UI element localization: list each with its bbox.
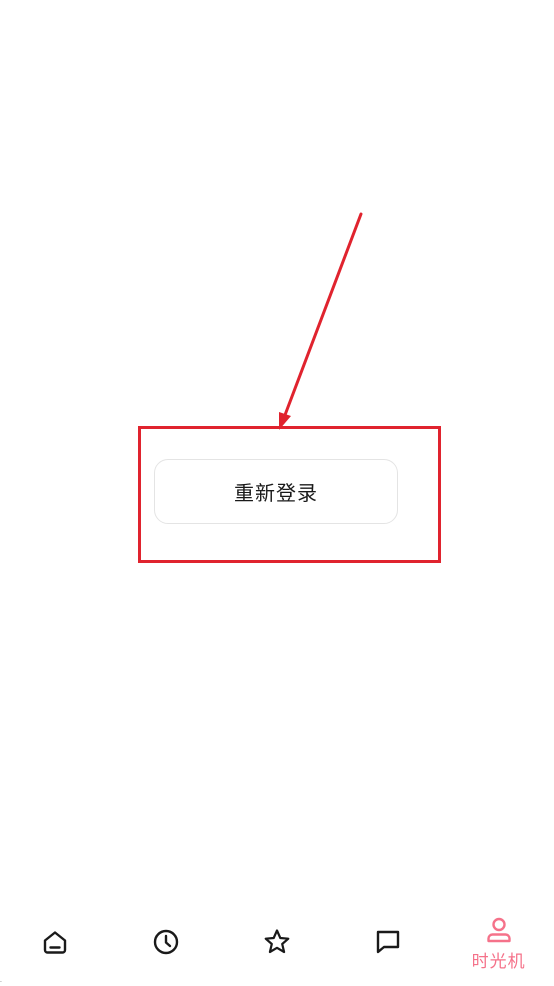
- home-icon: [44, 931, 67, 954]
- tab-history[interactable]: [111, 905, 221, 977]
- tab-home[interactable]: [0, 905, 110, 977]
- relogin-button[interactable]: 重新登录: [154, 459, 398, 524]
- tab-time-machine-label: 时光机: [471, 952, 526, 972]
- user-icon: [486, 917, 511, 943]
- relogin-button-label: 重新登录: [234, 481, 318, 505]
- app-screen: 重新登录 时光机 ·: [0, 0, 554, 986]
- chat-icon: [376, 930, 399, 954]
- tab-time-machine[interactable]: 时光机: [444, 905, 554, 977]
- tab-favorites[interactable]: [222, 905, 332, 977]
- clock-icon: [153, 929, 179, 955]
- tab-messages[interactable]: [333, 905, 443, 977]
- corner-mark: ·: [0, 979, 2, 986]
- bottom-tab-bar: 时光机: [0, 905, 554, 985]
- star-icon: [264, 929, 290, 954]
